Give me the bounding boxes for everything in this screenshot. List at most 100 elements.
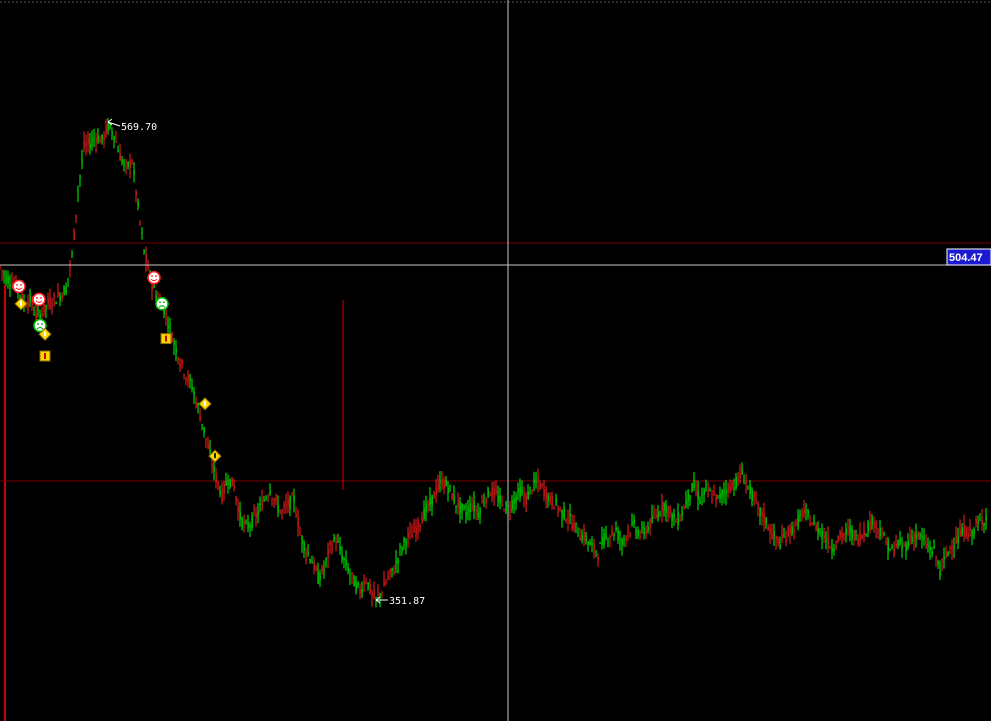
candle-body bbox=[927, 545, 929, 548]
chart-canvas[interactable]: 504.47 569.70 351.87 bbox=[0, 0, 991, 721]
candle-body bbox=[963, 524, 965, 537]
candle-body bbox=[195, 401, 197, 407]
candle-body bbox=[29, 293, 31, 302]
candle-body bbox=[305, 552, 307, 555]
candle-body bbox=[87, 137, 89, 144]
candle-body bbox=[397, 558, 399, 564]
candle-body bbox=[219, 491, 221, 495]
candle-body bbox=[933, 545, 935, 549]
candle-body bbox=[269, 490, 271, 494]
candle-body bbox=[537, 476, 539, 482]
candle-body bbox=[623, 538, 625, 541]
candle-body bbox=[19, 295, 21, 297]
candle-body bbox=[151, 285, 153, 290]
candle-body bbox=[443, 482, 445, 489]
candle-body bbox=[385, 581, 387, 584]
candle-body bbox=[669, 507, 671, 512]
candle-body bbox=[389, 569, 391, 574]
candle-body bbox=[747, 485, 749, 487]
candle-body bbox=[413, 525, 415, 533]
candle-body bbox=[583, 531, 585, 542]
candle-body bbox=[871, 517, 873, 526]
candle-body bbox=[189, 377, 191, 381]
candle-body bbox=[337, 541, 339, 543]
candle-body bbox=[847, 527, 849, 529]
candle-body bbox=[547, 495, 549, 502]
candle-body bbox=[127, 162, 129, 168]
candle-body bbox=[43, 303, 45, 313]
candle-body bbox=[899, 538, 901, 542]
candle-body bbox=[613, 533, 615, 536]
candle-body bbox=[717, 495, 719, 497]
candle-body bbox=[515, 496, 517, 502]
candle-body bbox=[901, 545, 903, 548]
candle-body bbox=[941, 558, 943, 561]
stock-chart[interactable]: 504.47 569.70 351.87 bbox=[0, 0, 991, 721]
candle-body bbox=[501, 500, 503, 502]
candle-body bbox=[971, 530, 973, 537]
candle-body bbox=[793, 529, 795, 533]
candle-body bbox=[741, 468, 743, 474]
candle-body bbox=[895, 543, 897, 548]
candle-body bbox=[179, 363, 181, 367]
candle-body bbox=[409, 530, 411, 532]
candle-body bbox=[599, 542, 601, 544]
candle-body bbox=[329, 541, 331, 546]
candle-body bbox=[403, 538, 405, 542]
candle-body bbox=[625, 536, 627, 540]
candle-body bbox=[117, 149, 119, 153]
candle-body bbox=[277, 505, 279, 512]
candle-body bbox=[7, 276, 9, 284]
candle-body bbox=[589, 541, 591, 546]
candle-body bbox=[351, 572, 353, 575]
candle-body bbox=[137, 202, 139, 207]
candle-body bbox=[191, 386, 193, 390]
candle-body bbox=[559, 507, 561, 509]
candle-body bbox=[321, 566, 323, 574]
candle-body bbox=[551, 496, 553, 506]
candle-body bbox=[187, 375, 189, 382]
candle-body bbox=[181, 359, 183, 366]
candle-body bbox=[605, 535, 607, 538]
candle-body bbox=[641, 526, 643, 528]
candle-body bbox=[355, 581, 357, 592]
candle-body bbox=[35, 313, 37, 320]
candle-body bbox=[225, 481, 227, 486]
candle-body bbox=[711, 499, 713, 501]
candle-body bbox=[505, 501, 507, 512]
candle-body bbox=[125, 163, 127, 165]
candle-body bbox=[245, 521, 247, 523]
candle-body bbox=[475, 509, 477, 512]
candle-body bbox=[255, 512, 257, 518]
candle-body bbox=[345, 559, 347, 567]
candle-body bbox=[835, 545, 837, 548]
candle-body bbox=[789, 526, 791, 535]
candle-body bbox=[267, 496, 269, 498]
candle-body bbox=[725, 489, 727, 495]
candle-body bbox=[679, 519, 681, 521]
candle-body bbox=[9, 284, 11, 287]
candle-body bbox=[433, 491, 435, 499]
smiley-happy-icon bbox=[32, 292, 46, 307]
candle-body bbox=[437, 483, 439, 490]
candle-body bbox=[139, 221, 141, 223]
candle-body bbox=[453, 495, 455, 503]
candle-body bbox=[593, 542, 595, 551]
candle-body bbox=[779, 544, 781, 548]
candle-body bbox=[45, 305, 47, 308]
candle-body bbox=[867, 522, 869, 531]
candle-body bbox=[407, 533, 409, 538]
candle-body bbox=[421, 519, 423, 524]
candle-body bbox=[759, 508, 761, 516]
candle-body bbox=[535, 481, 537, 483]
candle-body bbox=[569, 513, 571, 517]
candle-body bbox=[635, 529, 637, 534]
candle-body bbox=[731, 482, 733, 486]
candle-body bbox=[167, 325, 169, 328]
candle-body bbox=[639, 535, 641, 537]
candle-body bbox=[915, 534, 917, 539]
candle-body bbox=[299, 533, 301, 535]
candle-body bbox=[949, 547, 951, 549]
candle-body bbox=[665, 505, 667, 513]
candle-body bbox=[271, 498, 273, 500]
